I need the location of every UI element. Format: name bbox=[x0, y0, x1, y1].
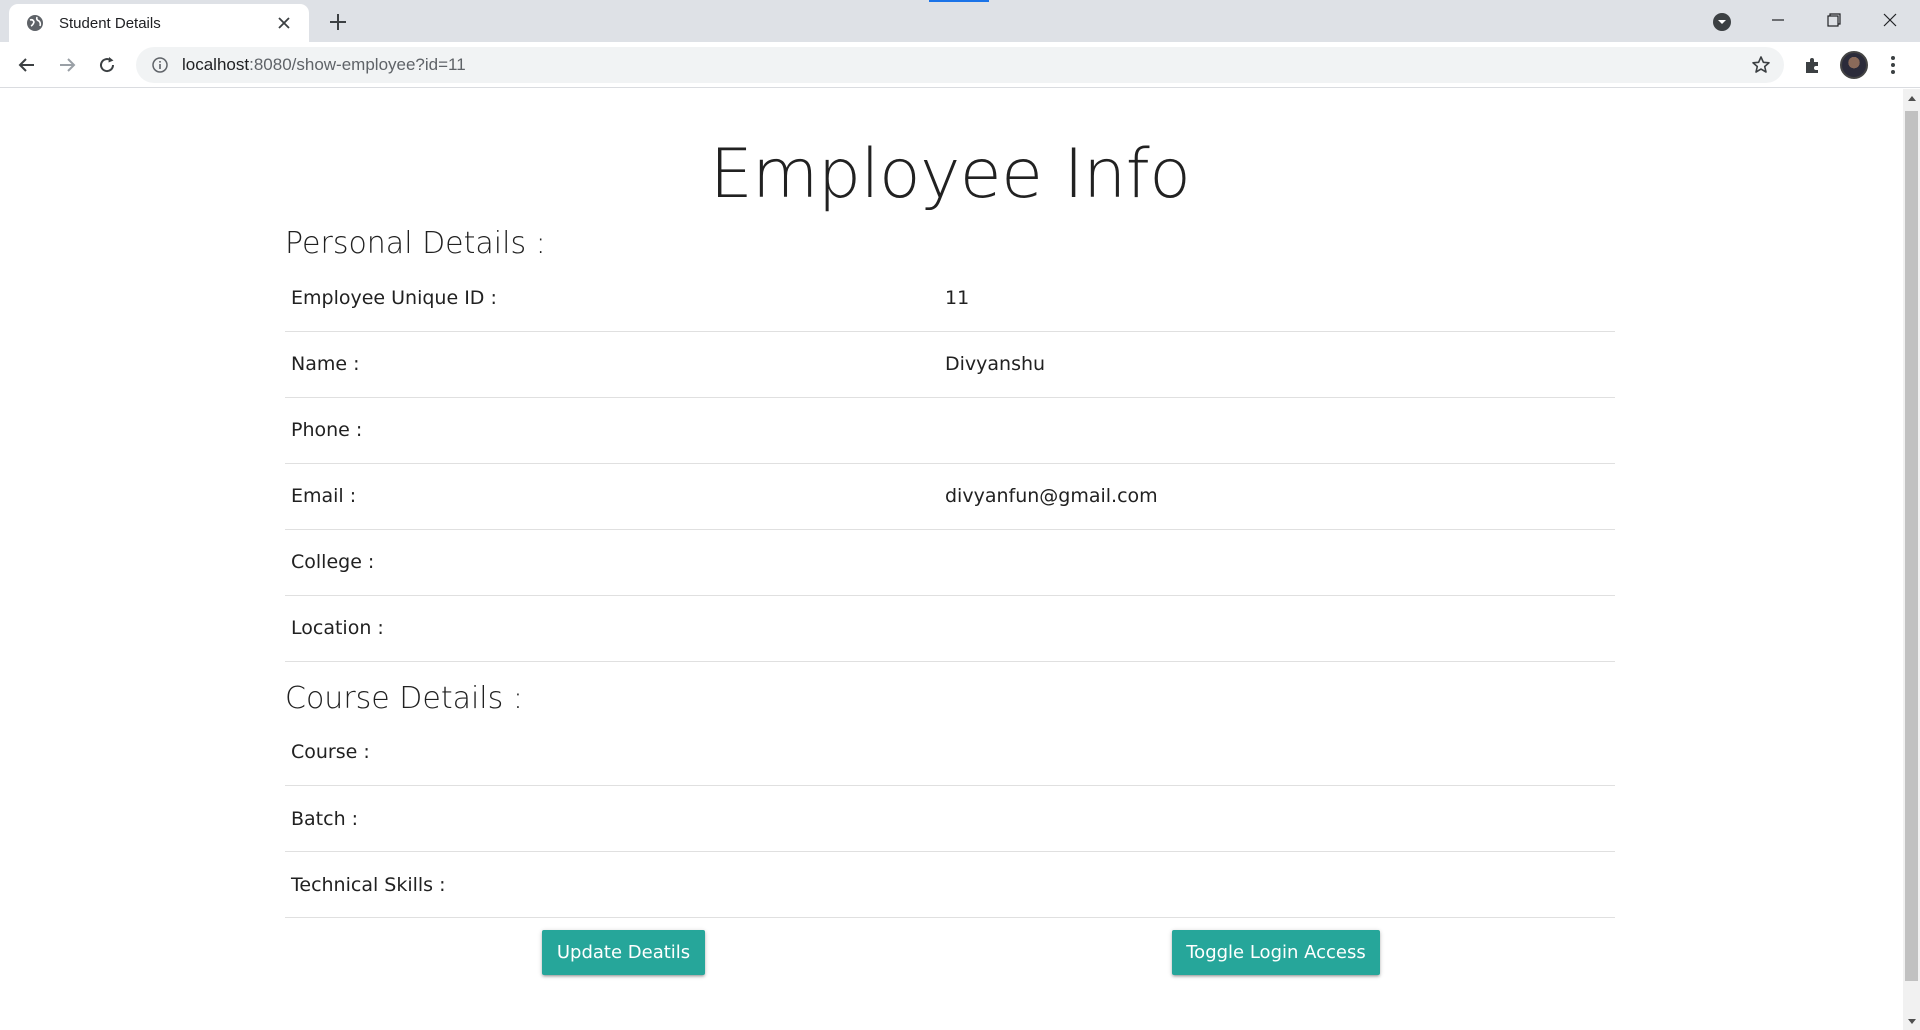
table-row: Name : Divyanshu bbox=[285, 331, 1615, 398]
scrollbar-thumb[interactable] bbox=[1905, 111, 1918, 981]
row-label: Location : bbox=[285, 595, 939, 662]
row-value bbox=[939, 397, 1615, 464]
row-label: Batch : bbox=[285, 785, 939, 852]
row-value bbox=[939, 851, 1615, 918]
table-row: Technical Skills : bbox=[285, 851, 1615, 918]
row-value: Divyanshu bbox=[939, 331, 1615, 398]
row-label: Technical Skills : bbox=[285, 851, 939, 918]
row-label: Phone : bbox=[285, 397, 939, 464]
page-title: Employee Info bbox=[709, 135, 1191, 214]
close-tab-icon[interactable] bbox=[273, 12, 295, 34]
course-details-table: Course : Batch : Technical Skills : bbox=[285, 719, 1615, 918]
content-container: Employee Info Personal Details : Employe… bbox=[285, 89, 1615, 990]
row-label: Email : bbox=[285, 463, 939, 530]
row-label: Course : bbox=[285, 719, 939, 786]
table-row: College : bbox=[285, 529, 1615, 596]
url-host: localhost bbox=[182, 55, 250, 74]
url-text[interactable]: localhost:8080/show-employee?id=11 bbox=[182, 55, 466, 75]
tab-search-icon[interactable] bbox=[1710, 10, 1734, 34]
row-label: Employee Unique ID : bbox=[285, 265, 939, 332]
row-value bbox=[939, 719, 1615, 786]
close-window-icon[interactable] bbox=[1862, 4, 1918, 36]
minimize-icon[interactable] bbox=[1750, 4, 1806, 36]
profile-avatar[interactable] bbox=[1840, 51, 1868, 79]
tab-loading-indicator bbox=[929, 0, 989, 2]
course-details-heading: Course Details : bbox=[285, 680, 523, 716]
address-bar[interactable]: localhost:8080/show-employee?id=11 bbox=[136, 47, 1784, 83]
toggle-login-access-button[interactable]: Toggle Login Access bbox=[1172, 930, 1380, 975]
restore-icon[interactable] bbox=[1806, 4, 1862, 36]
row-value: divyanfun@gmail.com bbox=[939, 463, 1615, 530]
personal-details-table: Employee Unique ID : 11 Name : Divyanshu… bbox=[285, 265, 1615, 662]
row-value bbox=[939, 785, 1615, 852]
table-row: Email : divyanfun@gmail.com bbox=[285, 463, 1615, 530]
page-scrollbar[interactable] bbox=[1903, 89, 1920, 1030]
tab-title: Student Details bbox=[59, 14, 161, 32]
personal-details-heading: Personal Details : bbox=[285, 226, 546, 261]
kebab-menu-icon[interactable] bbox=[1880, 52, 1906, 78]
browser-toolbar: localhost:8080/show-employee?id=11 bbox=[0, 42, 1920, 88]
update-details-button[interactable]: Update Deatils bbox=[542, 930, 705, 975]
row-label: Name : bbox=[285, 331, 939, 398]
extensions-puzzle-icon[interactable] bbox=[1800, 52, 1826, 78]
table-row: Course : bbox=[285, 719, 1615, 786]
row-label: College : bbox=[285, 529, 939, 596]
scroll-down-arrow-icon[interactable] bbox=[1903, 1013, 1920, 1030]
scroll-up-arrow-icon[interactable] bbox=[1903, 89, 1920, 106]
browser-tab-active[interactable]: Student Details bbox=[9, 4, 309, 42]
url-path: :8080/show-employee?id=11 bbox=[249, 55, 466, 74]
info-icon[interactable] bbox=[150, 55, 170, 75]
new-tab-button[interactable] bbox=[324, 8, 352, 36]
row-value bbox=[939, 595, 1615, 662]
page-viewport: Employee Info Personal Details : Employe… bbox=[0, 89, 1903, 1030]
browser-tabstrip: Student Details bbox=[0, 0, 1920, 42]
row-value: 11 bbox=[939, 265, 1615, 332]
forward-arrow-icon[interactable] bbox=[52, 50, 82, 80]
table-row: Employee Unique ID : 11 bbox=[285, 265, 1615, 332]
table-row: Location : bbox=[285, 595, 1615, 662]
back-arrow-icon[interactable] bbox=[12, 50, 42, 80]
row-value bbox=[939, 529, 1615, 596]
table-row: Batch : bbox=[285, 785, 1615, 852]
globe-icon bbox=[25, 13, 45, 33]
reload-icon[interactable] bbox=[92, 50, 122, 80]
bookmark-star-icon[interactable] bbox=[1750, 54, 1772, 76]
table-row: Phone : bbox=[285, 397, 1615, 464]
action-buttons: Update Deatils Toggle Login Access bbox=[285, 930, 1615, 990]
